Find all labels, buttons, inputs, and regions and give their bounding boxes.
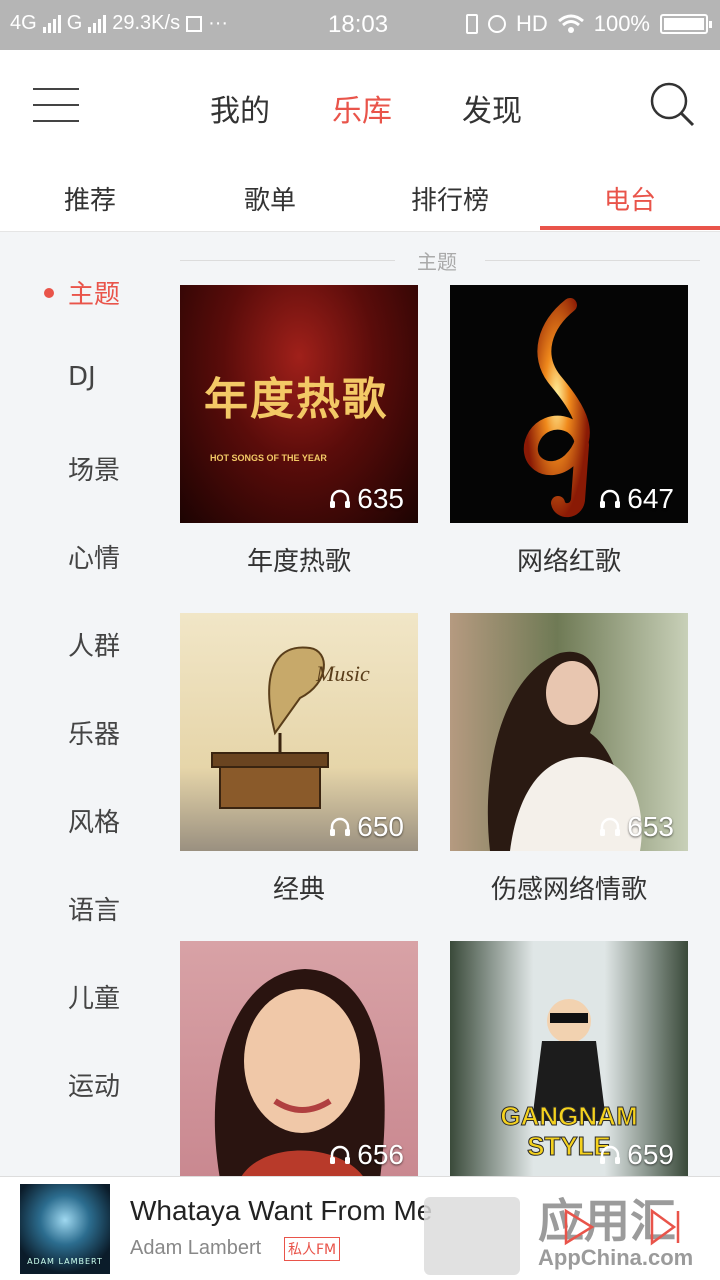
section-title-text: 主题 xyxy=(417,250,457,274)
status-bar: 4G G 29.3K/s ··· 18:03 HD 100% xyxy=(0,0,720,50)
watermark-en: AppChina.com xyxy=(538,1245,694,1270)
mini-player[interactable]: ADAM LAMBERT Whataya Want From Me Adam L… xyxy=(0,1176,720,1280)
song-title: Whataya Want From Me xyxy=(130,1195,433,1226)
next-icon[interactable] xyxy=(648,1207,682,1247)
radio-card[interactable]: 年度热歌 HOT SONGS OF THE YEAR 635 xyxy=(180,285,418,523)
subtab-radio[interactable]: 电台 xyxy=(540,180,720,217)
radio-content: 主题 DJ 场景 心情 人群 乐器 风格 语言 儿童 运动 主题 年度热歌 HO… xyxy=(0,232,720,1176)
card-title[interactable]: 年度热歌 xyxy=(180,541,418,578)
active-tab-indicator xyxy=(540,226,720,230)
artist-name: Adam Lambert xyxy=(130,1237,262,1259)
headphone-icon xyxy=(330,1145,351,1164)
play-icon[interactable] xyxy=(562,1207,596,1247)
section-title: 主题 xyxy=(180,246,700,274)
battery-percent: 100% xyxy=(593,11,650,36)
battery-icon xyxy=(660,14,712,34)
sidebar-item-style[interactable]: 风格 xyxy=(68,802,120,839)
more-icon: ··· xyxy=(208,12,229,34)
sidebar-item-mood[interactable]: 心情 xyxy=(68,538,120,575)
fm-badge: 私人FM xyxy=(284,1237,341,1261)
tab-discover[interactable]: 发现 xyxy=(462,86,522,130)
card-title[interactable]: 伤感网络情歌 xyxy=(450,869,688,906)
sidebar-item-crowd[interactable]: 人群 xyxy=(68,626,120,663)
signal2-icon xyxy=(88,14,107,33)
sidebar-item-dj[interactable]: DJ xyxy=(68,362,96,392)
card-title[interactable]: 经典 xyxy=(180,869,418,906)
radio-card[interactable]: 653 xyxy=(450,613,688,851)
status-left: 4G G 29.3K/s ··· xyxy=(10,12,228,35)
menu-icon[interactable] xyxy=(33,88,79,122)
listen-count: 656 xyxy=(329,1139,404,1171)
divider xyxy=(180,260,395,261)
sidebar-item-sports[interactable]: 运动 xyxy=(68,1066,120,1103)
listen-count: 659 xyxy=(599,1139,674,1171)
listen-count: 635 xyxy=(329,483,404,515)
headphone-icon xyxy=(330,817,351,836)
radio-card[interactable]: 647 xyxy=(450,285,688,523)
cover-text: 年度热歌 xyxy=(204,374,388,425)
listen-count-value: 647 xyxy=(627,483,674,514)
search-icon[interactable] xyxy=(648,80,696,128)
album-cover[interactable]: ADAM LAMBERT xyxy=(20,1184,110,1274)
radio-card[interactable]: GANGNAM STYLE 659 xyxy=(450,941,688,1176)
cover-subtext: HOT SONGS OF THE YEAR xyxy=(210,453,327,463)
sidebar-item-children[interactable]: 儿童 xyxy=(68,978,120,1015)
sidebar-item-language[interactable]: 语言 xyxy=(68,890,120,927)
cover-text: Music xyxy=(316,661,370,686)
album-text: ADAM LAMBERT xyxy=(27,1257,103,1266)
headphone-icon xyxy=(600,817,621,836)
status-right: HD 100% xyxy=(465,11,712,37)
headphone-icon xyxy=(600,1145,621,1164)
listen-count: 650 xyxy=(329,811,404,843)
subtab-playlist[interactable]: 歌单 xyxy=(180,180,360,217)
listen-count-value: 635 xyxy=(357,483,404,514)
network2-label: G xyxy=(66,12,83,34)
radio-card[interactable]: Music 650 xyxy=(180,613,418,851)
checkbox-icon xyxy=(186,15,203,32)
listen-count: 653 xyxy=(599,811,674,843)
listen-count: 647 xyxy=(599,483,674,515)
listen-count-value: 656 xyxy=(357,1139,404,1170)
headphone-icon xyxy=(330,489,351,508)
bag-logo-icon xyxy=(424,1197,520,1275)
subtab-ranking[interactable]: 排行榜 xyxy=(360,180,540,217)
tab-library[interactable]: 乐库 xyxy=(332,86,392,130)
radio-card[interactable]: 656 xyxy=(180,941,418,1176)
sidebar-item-scene[interactable]: 场景 xyxy=(68,450,120,487)
active-dot-icon xyxy=(44,288,54,298)
network-label: 4G xyxy=(10,12,37,34)
alarm-icon xyxy=(487,15,506,33)
wifi-icon xyxy=(557,14,584,33)
top-nav: 我的 乐库 发现 xyxy=(0,50,720,160)
listen-count-value: 659 xyxy=(627,1139,674,1170)
clock: 18:03 xyxy=(328,11,389,38)
listen-count-value: 653 xyxy=(627,811,674,842)
divider xyxy=(485,260,700,261)
sidebar-item-instrument[interactable]: 乐器 xyxy=(68,714,120,751)
subtab-recommend[interactable]: 推荐 xyxy=(0,180,180,217)
sidebar-item-theme[interactable]: 主题 xyxy=(68,274,120,311)
card-title[interactable]: 网络红歌 xyxy=(450,541,688,578)
vibrate-icon xyxy=(465,14,478,34)
signal-icon xyxy=(42,14,61,33)
sub-tabs: 推荐 歌单 排行榜 电台 xyxy=(0,160,720,232)
tab-mine[interactable]: 我的 xyxy=(210,86,270,130)
listen-count-value: 650 xyxy=(357,811,404,842)
hd-label: HD xyxy=(515,11,548,36)
headphone-icon xyxy=(600,489,621,508)
speed-label: 29.3K/s xyxy=(112,12,181,34)
